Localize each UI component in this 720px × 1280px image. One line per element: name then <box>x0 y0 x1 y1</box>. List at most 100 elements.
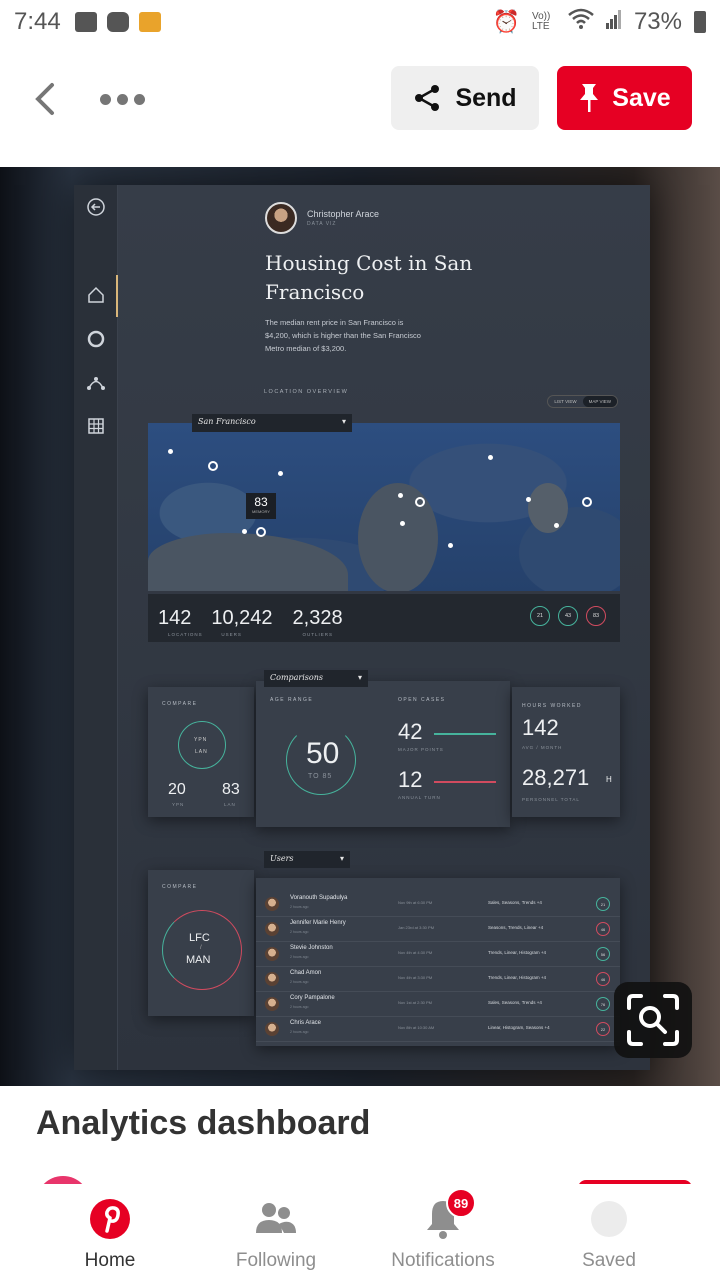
map-marker <box>278 471 283 476</box>
hours-value: 142 <box>522 715 559 740</box>
map-view-toggle: MAP VIEW <box>582 396 617 407</box>
chevron-down-icon: ▾ <box>341 417 346 426</box>
compare-value: 83 <box>222 781 240 798</box>
stat-circle: 21 <box>530 606 550 626</box>
chevron-down-icon: ▾ <box>357 673 362 682</box>
compare-label: YPN <box>172 802 185 807</box>
user-badge: 46 <box>596 922 610 936</box>
card-title: COMPARE <box>162 884 198 890</box>
user-date: Jan 23rd at 3:30 PM <box>398 925 435 930</box>
user-tags: Trends, Linear, Histogram +4 <box>488 950 546 955</box>
hours-card: HOURS WORKED 142 AVG / MONTH 28,271 H PE… <box>512 687 620 817</box>
stat-circle: 43 <box>558 606 578 626</box>
user-sub: 2 hours ago <box>290 1030 309 1034</box>
map-marker <box>256 527 266 537</box>
visual-search-button[interactable] <box>614 982 692 1058</box>
hours-unit: H <box>606 775 612 784</box>
map-badge-value: 83 <box>254 495 268 509</box>
back-button[interactable] <box>24 79 64 119</box>
user-tags: Seasons, Trends, Linear +4 <box>488 925 544 930</box>
comparisons-card: AGE RANGE 50 TO 85 OPEN CASES 42 MAJOR P… <box>256 681 510 827</box>
user-tags: Linear, Histogram, Seasons +4 <box>488 1025 550 1030</box>
compare-team: LFC <box>189 932 210 944</box>
map-marker <box>415 497 425 507</box>
card-title: OPEN CASES <box>398 697 446 703</box>
pin-title: Analytics dashboard <box>36 1104 371 1142</box>
save-label: Save <box>612 83 671 112</box>
nav-notifications[interactable]: 89 Notifications <box>373 1184 513 1280</box>
author: Christopher Arace DATA VIZ <box>265 202 379 234</box>
user-name: Jennifer Marie Henry <box>290 920 346 926</box>
nav-home[interactable]: Home <box>40 1184 180 1280</box>
city-dropdown[interactable]: San Francisco ▾ <box>192 414 352 432</box>
gallery-icon <box>74 12 97 32</box>
compare-label: LAN <box>224 802 236 807</box>
pin-image[interactable]: Christopher Arace DATA VIZ Housing Cost … <box>0 167 720 1086</box>
stats-bar: 142 LOCATIONS 10,242 USERS 2,328 OUTLIERS 2… <box>148 594 620 642</box>
nav-following[interactable]: Following <box>206 1184 346 1280</box>
back-circle-icon <box>87 198 105 216</box>
user-sub: 2 hours ago <box>290 955 309 959</box>
dot-icon <box>117 93 128 105</box>
pushpin-icon <box>580 84 599 112</box>
park-area <box>528 483 568 533</box>
map-marker <box>208 461 218 471</box>
map-marker <box>554 523 559 528</box>
user-badge: 56 <box>596 947 610 961</box>
user-tags: Sales, Seasons, Trends +4 <box>488 1000 542 1005</box>
city-dropdown-value: San Francisco <box>198 417 256 426</box>
avatar <box>265 997 279 1011</box>
user-badge: 46 <box>596 972 610 986</box>
user-name: Stevie Johnston <box>290 945 333 951</box>
user-tags: Trends, Linear, Histogram +4 <box>488 975 546 980</box>
compare-separator: / <box>200 945 202 951</box>
map-marker <box>448 543 453 548</box>
ring-icon <box>87 330 105 348</box>
compare-team: MAN <box>186 954 211 966</box>
battery-icon <box>694 11 706 33</box>
list-view-toggle: LIST VIEW <box>554 399 577 404</box>
compare-card: COMPARE LFC / MAN <box>148 870 254 1016</box>
user-date: Nov 1st at 2:30 PM <box>398 1000 433 1005</box>
hours-total-value: 28,271 <box>522 765 590 790</box>
user-date: Nov 8th at 10:30 AM <box>398 1025 435 1030</box>
stat-circles: 21 43 83 <box>530 606 606 626</box>
compare-value: 20 <box>168 781 186 798</box>
users-dropdown[interactable]: Users ▾ <box>264 851 350 868</box>
comparisons-dropdown[interactable]: Comparisons ▾ <box>264 670 368 687</box>
sony-app-icon <box>138 12 161 32</box>
ring-label: LAN <box>195 749 208 755</box>
nav-home-label: Home <box>84 1250 136 1271</box>
avatar <box>265 972 279 986</box>
signal-icon <box>605 8 622 36</box>
stat-locations: 142 LOCATIONS <box>158 606 203 637</box>
pinterest-logo-icon <box>89 1198 131 1240</box>
network-icon <box>87 377 105 390</box>
dashboard-mockup: Christopher Arace DATA VIZ Housing Cost … <box>74 185 650 1070</box>
table-row: Jennifer Marie Henry 2 hours ago Jan 23r… <box>256 917 620 942</box>
save-button[interactable]: Save <box>557 66 692 130</box>
users-table: Voranouth Supadulya 2 hours ago Nov 9th … <box>256 878 620 1046</box>
location-overview-label: LOCATION OVERVIEW <box>264 389 349 395</box>
more-options-button[interactable] <box>100 93 145 105</box>
nav-saved[interactable]: Saved <box>539 1184 679 1280</box>
avatar <box>265 947 279 961</box>
lens-search-icon <box>627 994 679 1046</box>
map-marker <box>168 449 173 454</box>
user-date: Nov 4th at 3:30 PM <box>398 975 433 980</box>
progress-line <box>434 733 496 735</box>
table-row: Chad Amon 2 hours ago Nov 4th at 3:30 PM… <box>256 967 620 992</box>
table-row: Stevie Johnston 2 hours ago Nov 4th at 4… <box>256 942 620 967</box>
sidebar-active-indicator <box>116 275 118 317</box>
dashboard-description: The median rent price in San Francisco i… <box>265 318 421 353</box>
alarm-icon: ⏰ <box>492 9 520 34</box>
send-button[interactable]: Send <box>391 66 539 130</box>
user-sub: 2 hours ago <box>290 1005 309 1009</box>
stat-outliers: 2,328 OUTLIERS <box>292 606 343 637</box>
map-marker <box>398 493 403 498</box>
user-sub: 2 hours ago <box>290 930 309 934</box>
open-cases-value: 12 <box>398 767 423 792</box>
profile-avatar-icon <box>588 1198 630 1240</box>
clock: 7:44 <box>14 8 61 35</box>
card-title: AGE RANGE <box>270 697 314 703</box>
